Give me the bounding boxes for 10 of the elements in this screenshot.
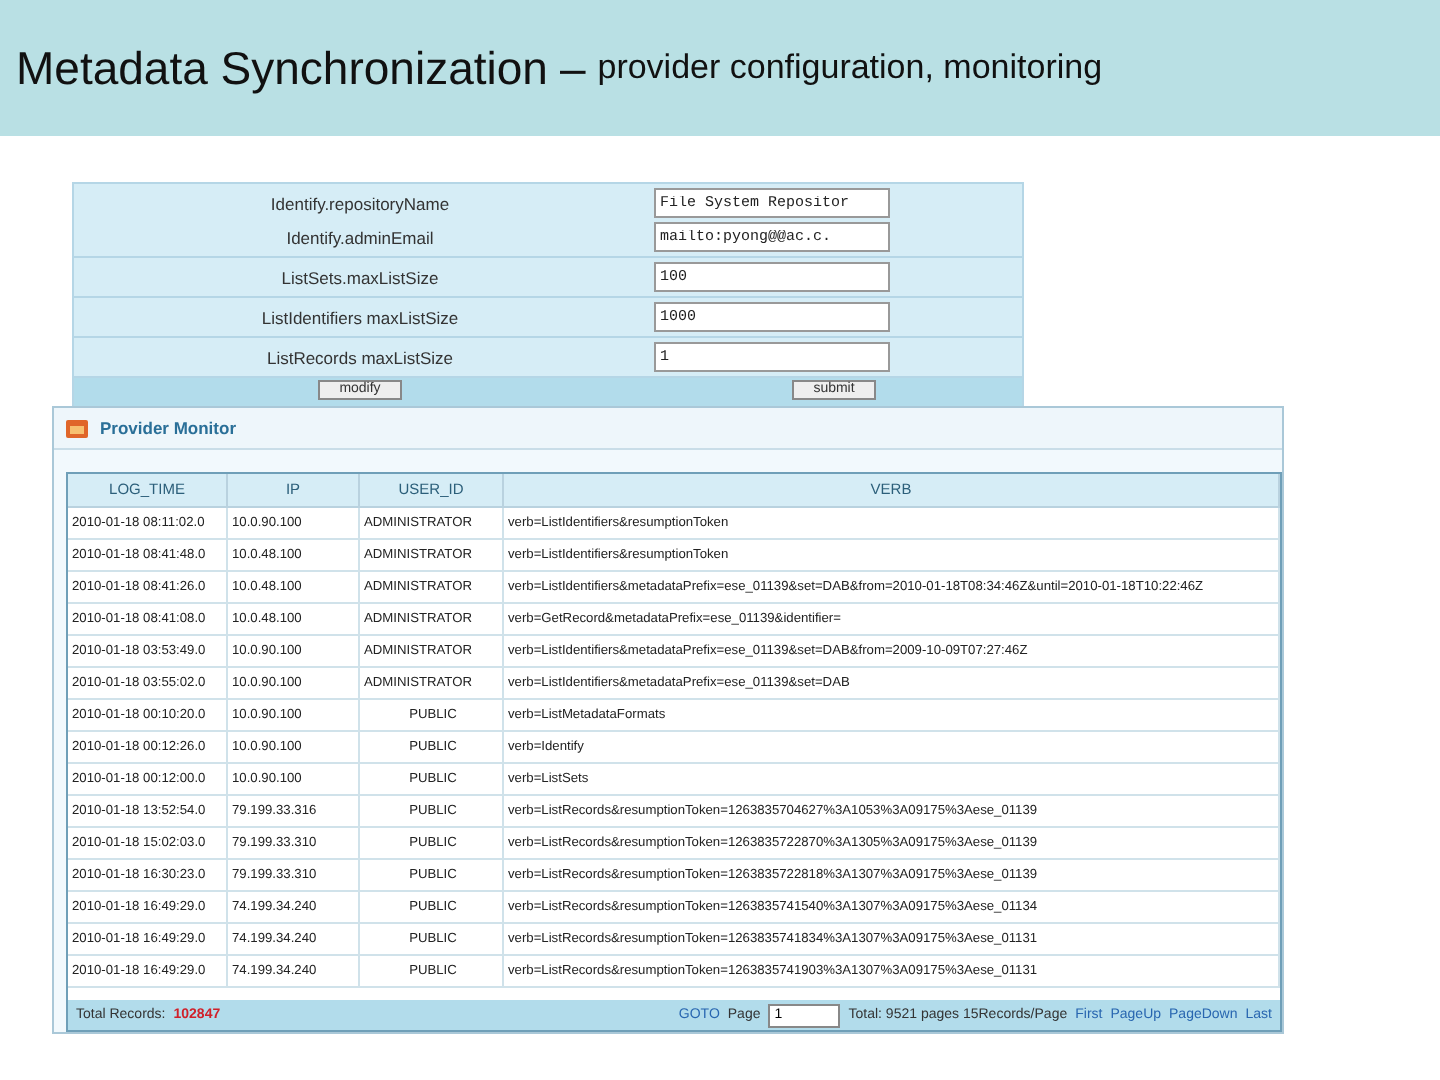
slide-title: Metadata Synchronization	[16, 41, 548, 95]
window-icon	[66, 419, 88, 437]
field-label: ListRecords maxListSize	[264, 347, 456, 367]
field-label: Identify.repositoryName	[268, 193, 452, 213]
field-label: ListIdentifiers maxListSize	[259, 307, 461, 327]
field-label: Identify.adminEmail	[284, 227, 436, 247]
window-title: Provider Monitor	[100, 418, 237, 438]
slide-subtitle: provider configuration, monitoring	[597, 48, 1103, 88]
dash: –	[559, 41, 586, 95]
field-label: ListSets.maxListSize	[279, 267, 441, 287]
